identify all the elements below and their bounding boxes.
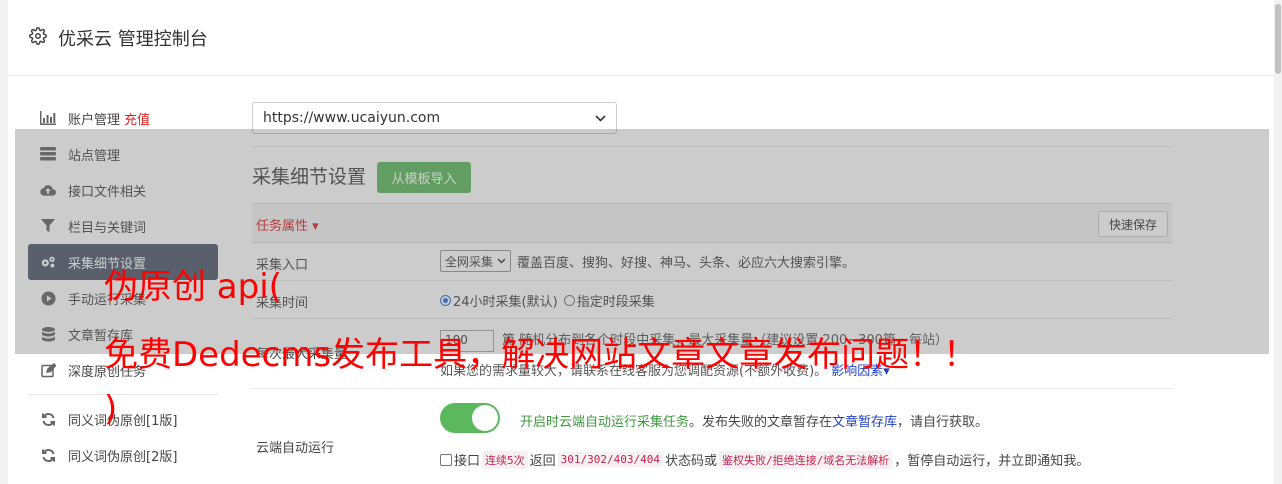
scrollbar-thumb[interactable] [1275, 4, 1281, 74]
chevron-down-icon [497, 258, 506, 264]
task-props-header: 任务属性 ▾ 快速保存 [252, 203, 1172, 243]
mid2: 状态码或 [665, 454, 718, 469]
cb-label: 接口 [454, 454, 481, 469]
top-header: 优采云 管理控制台 [8, 0, 1274, 76]
refresh-icon [40, 411, 56, 427]
sidebar-item-label: 采集细节设置 [68, 256, 147, 272]
entry-desc: 覆盖百度、搜狗、好搜、神马、头条、必应六大搜索引擎。 [517, 255, 856, 271]
pause-rule: 接口 连续5次 返回 301/302/403/404 状态码或 鉴权失败/拒绝连… [440, 450, 1089, 469]
row-max: 每次最大采集量 100 篇 随机分布到各个时段中采集，最大采集量（建议设置 20… [252, 319, 1172, 389]
refresh-icon [40, 447, 56, 463]
sidebar-item-deep-original[interactable]: 深度原创任务 [28, 352, 218, 388]
divider [252, 146, 1172, 147]
sidebar-item-collect-settings[interactable]: 采集细节设置 [28, 244, 218, 280]
factors-link[interactable]: 影响因素▾ [831, 364, 890, 379]
site-select[interactable]: https://www.ucaiyun.com [252, 102, 617, 134]
auto-run-mid: 。发布失败的文章暂存在 [689, 415, 833, 430]
main-panel: 账户管理 充值 站点管理 接口文件相关 栏目与关键词 采集细节设置 手动运行采集… [8, 76, 1274, 484]
auto-run-toggle[interactable] [440, 403, 500, 433]
sidebar-item-sites[interactable]: 站点管理 [28, 136, 218, 172]
sidebar-item-interface[interactable]: 接口文件相关 [28, 172, 218, 208]
sidebar-item-label: 栏目与关键词 [68, 220, 147, 236]
sidebar-divider [28, 394, 218, 395]
row-label: 采集入口 [256, 258, 309, 273]
settings-table: 任务属性 ▾ 快速保存 采集入口 全网采集 覆盖百度、搜狗、好搜、神马、头条、必… [252, 203, 1172, 479]
article-store-link[interactable]: 文章暂存库 [832, 415, 897, 430]
auto-run-green: 开启时云端自动运行采集任务 [520, 415, 690, 430]
row-auto: 云端自动运行 开启时云端自动运行采集任务。发布失败的文章暂存在文章暂存库，请自行… [252, 389, 1172, 479]
row-value: 全网采集 覆盖百度、搜狗、好搜、神马、头条、必应六大搜索引擎。 [440, 250, 855, 272]
code-times: 连续5次 [482, 450, 528, 469]
max-note: 如果您的需求量较大，请联系在线客服为您调配资源(不额外收费)。 [440, 363, 828, 379]
quick-save-button[interactable]: 快速保存 [1097, 211, 1168, 237]
task-props-toggle[interactable]: 任务属性 ▾ [256, 215, 319, 234]
content-area: https://www.ucaiyun.com 采集细节设置 从模板导入 任务属… [252, 76, 1172, 484]
sidebar-item-label: 接口文件相关 [68, 184, 147, 200]
play-circle-icon [40, 290, 56, 306]
sidebar-item-article-store[interactable]: 文章暂存库 [28, 316, 218, 352]
sidebar-item-synonym-v2[interactable]: 同义词伪原创[2版] [28, 437, 218, 473]
sidebar-item-manual-run[interactable]: 手动运行采集 [28, 280, 218, 316]
sidebar-item-synonym-v1[interactable]: 同义词伪原创[1版] [28, 401, 218, 437]
row-value: 100 篇 随机分布到各个时段中采集，最大采集量（建议设置 200~300篇，每… [440, 329, 948, 379]
interface-checkbox[interactable] [440, 453, 452, 466]
radio-24h-label: 24小时采集(默认) [453, 295, 558, 310]
auto-run-text: 开启时云端自动运行采集任务。发布失败的文章暂存在文章暂存库，请自行获取。 [520, 411, 988, 430]
sidebar-item-account[interactable]: 账户管理 充值 [28, 100, 218, 136]
recharge-link[interactable]: 充值 [124, 109, 150, 128]
import-template-button[interactable]: 从模板导入 [377, 162, 471, 193]
sidebar-item-label: 同义词伪原创[1版] [68, 413, 178, 429]
sidebar-item-label: 同义词伪原创[2版] [68, 449, 178, 465]
row-label: 每次最大采集量 [256, 347, 348, 362]
filter-icon [40, 218, 56, 234]
radio-period-label: 指定时段采集 [576, 295, 655, 310]
row-value: 24小时采集(默认) 指定时段采集 [440, 291, 655, 310]
sidebar-item-columns[interactable]: 栏目与关键词 [28, 208, 218, 244]
sidebar-item-label: 手动运行采集 [68, 292, 147, 308]
site-select-value: https://www.ucaiyun.com [263, 110, 441, 126]
radio-period[interactable] [563, 295, 575, 306]
bar-chart-icon [40, 110, 56, 126]
row-time: 采集时间 24小时采集(默认) 指定时段采集 [252, 281, 1172, 319]
edit-icon [40, 362, 56, 378]
radio-24h[interactable] [440, 295, 451, 306]
code-errors: 鉴权失败/拒绝连接/域名无法解析 [719, 450, 893, 469]
page-title: 优采云 管理控制台 [58, 29, 208, 50]
entry-select[interactable]: 全网采集 [440, 250, 512, 272]
sidebar-item-label: 账户管理 [68, 112, 121, 128]
max-desc: 随机分布到各个时段中采集，最大采集量（建议设置 200~300篇，每站） [519, 333, 948, 348]
sidebar-item-label: 深度原创任务 [68, 364, 147, 380]
sidebar: 账户管理 充值 站点管理 接口文件相关 栏目与关键词 采集细节设置 手动运行采集… [28, 100, 218, 473]
row-entry: 采集入口 全网采集 覆盖百度、搜狗、好搜、神马、头条、必应六大搜索引擎。 [252, 243, 1172, 281]
code-status: 301/302/403/404 [557, 452, 663, 467]
row-label: 云端自动运行 [256, 441, 335, 456]
max-count-input[interactable]: 100 [440, 329, 494, 352]
tail: ，暂停自动运行，并立即通知我。 [894, 454, 1090, 469]
entry-select-value: 全网采集 [445, 254, 494, 269]
database-icon [40, 326, 56, 342]
section-title: 采集细节设置 [252, 166, 367, 188]
chevron-down-icon [595, 114, 606, 122]
auto-run-end: ，请自行获取。 [897, 415, 989, 430]
scrollbar[interactable] [1274, 0, 1282, 484]
gears-icon [40, 254, 56, 270]
sidebar-item-label: 文章暂存库 [68, 328, 134, 344]
max-unit: 篇 [502, 333, 516, 348]
cloud-upload-icon [40, 182, 56, 198]
gear-icon [29, 27, 47, 45]
sidebar-item-label: 站点管理 [68, 148, 121, 164]
mid1: 返回 [529, 454, 556, 469]
server-icon [40, 146, 56, 162]
toggle-knob [472, 405, 498, 431]
row-label: 采集时间 [256, 296, 309, 311]
